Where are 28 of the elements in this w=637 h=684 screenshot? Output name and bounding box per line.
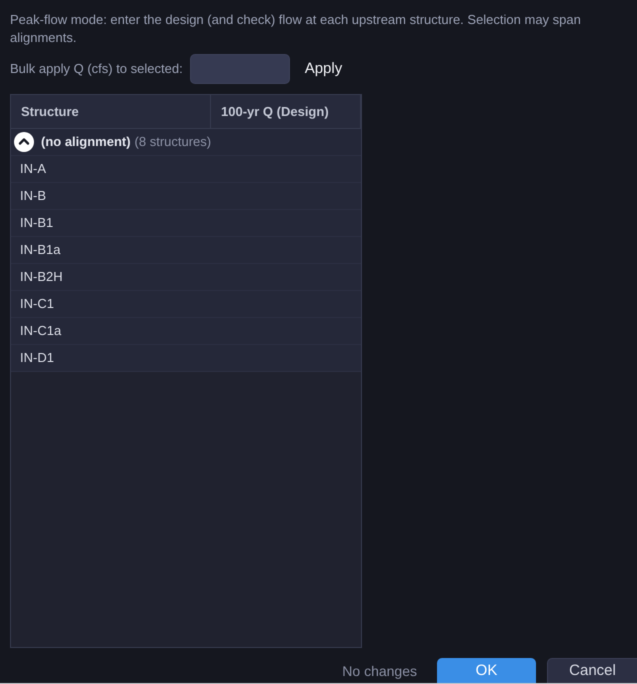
table-row[interactable]: IN-C1: [11, 291, 361, 318]
table-row[interactable]: IN-B1: [11, 210, 361, 237]
status-text: No changes: [342, 662, 417, 681]
structure-name: IN-D1: [20, 349, 54, 368]
structure-name: IN-B: [20, 187, 46, 206]
table-row[interactable]: IN-A: [11, 156, 361, 183]
structure-name: IN-B1: [20, 214, 54, 232]
chevron-up-icon[interactable]: [14, 132, 34, 152]
cancel-button[interactable]: Cancel: [547, 658, 637, 684]
structure-name: IN-B2H: [20, 268, 63, 286]
instructions-text: Peak-flow mode: enter the design (and check) flow at each upstream structure. Selection may span alignments.: [10, 11, 582, 47]
table-row[interactable]: IN-D1: [11, 345, 361, 372]
group-name: (no alignment): [41, 133, 131, 152]
structure-name: IN-A: [20, 160, 46, 178]
apply-button[interactable]: Apply: [298, 54, 350, 84]
bulk-apply-label: Bulk apply Q (cfs) to selected:: [10, 60, 183, 78]
column-header[interactable]: 100-yr Q (Design): [211, 95, 361, 129]
bulk-q-input[interactable]: [190, 54, 290, 84]
structure-name: IN-C1a: [20, 322, 62, 340]
table-row[interactable]: IN-B: [11, 183, 361, 210]
group-header-row[interactable]: (no alignment) (8 structures): [11, 129, 361, 156]
structure-name: IN-C1: [20, 295, 54, 314]
table-row[interactable]: IN-B1a: [11, 237, 361, 264]
group-count: (8 structures): [134, 133, 212, 152]
structure-name: IN-B1a: [20, 241, 60, 260]
table-row[interactable]: IN-B2H: [11, 264, 361, 291]
table-row[interactable]: IN-C1a: [11, 318, 361, 345]
column-header[interactable]: Structure: [11, 95, 211, 129]
